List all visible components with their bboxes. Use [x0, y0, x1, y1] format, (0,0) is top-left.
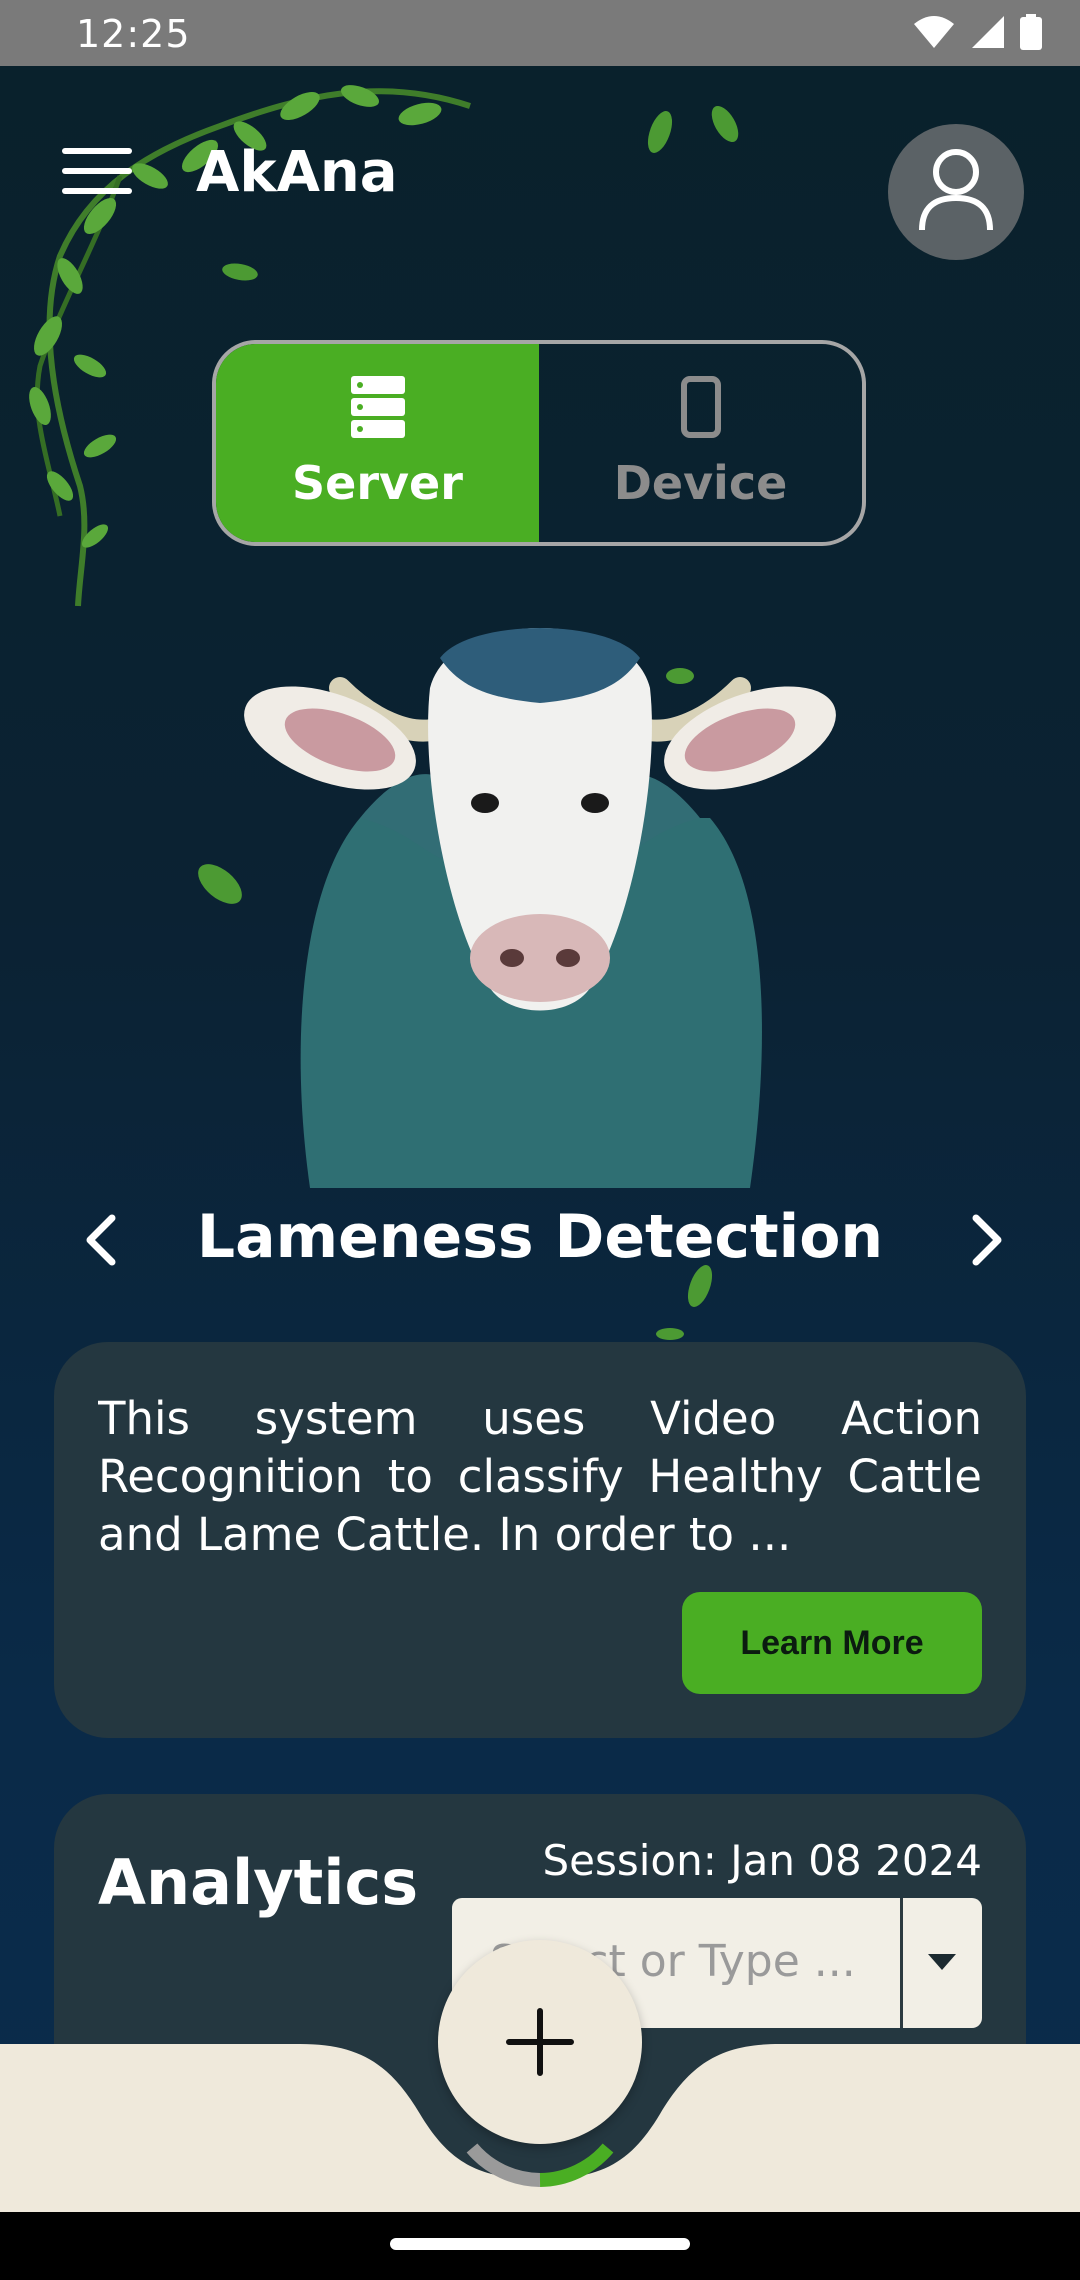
status-icons	[912, 14, 1042, 50]
learn-more-button[interactable]: Learn More	[682, 1592, 982, 1694]
mode-toggle: Server Device	[212, 340, 866, 546]
server-option[interactable]: Server	[216, 344, 539, 542]
app-title: AkAna	[196, 140, 398, 205]
leaf-decoration	[647, 105, 739, 153]
status-time: 12:25	[76, 12, 191, 56]
description-text: This system uses Video Action Recognitio…	[98, 1392, 982, 1561]
add-button[interactable]	[438, 1940, 642, 2144]
select-divider	[900, 1898, 903, 2028]
battery-icon	[1020, 14, 1042, 50]
wifi-icon	[914, 16, 954, 48]
profile-button[interactable]	[888, 124, 1024, 260]
leaf-decoration	[656, 1265, 713, 1340]
user-icon	[919, 149, 993, 231]
server-label: Server	[292, 456, 463, 510]
session-label: Session: Jan 08 2024	[542, 1836, 982, 1885]
description-card: This system uses Video Action Recognitio…	[54, 1342, 1026, 1738]
feature-title: Lameness Detection	[196, 1202, 884, 1272]
hamburger-icon	[62, 148, 132, 154]
chevron-right-icon[interactable]	[956, 1210, 1016, 1270]
plus-icon	[506, 2008, 574, 2076]
device-option[interactable]: Device	[539, 344, 862, 542]
server-icon	[350, 376, 405, 438]
home-gesture-pill[interactable]	[390, 2238, 690, 2250]
signal-icon	[972, 16, 1004, 48]
device-label: Device	[613, 456, 788, 510]
cow-illustration	[198, 628, 836, 1188]
menu-button[interactable]	[62, 148, 132, 202]
caret-down-icon[interactable]	[928, 1954, 956, 1970]
analytics-title: Analytics	[98, 1846, 419, 1919]
status-bar: 12:25	[0, 0, 1080, 66]
phone-icon	[680, 376, 721, 438]
